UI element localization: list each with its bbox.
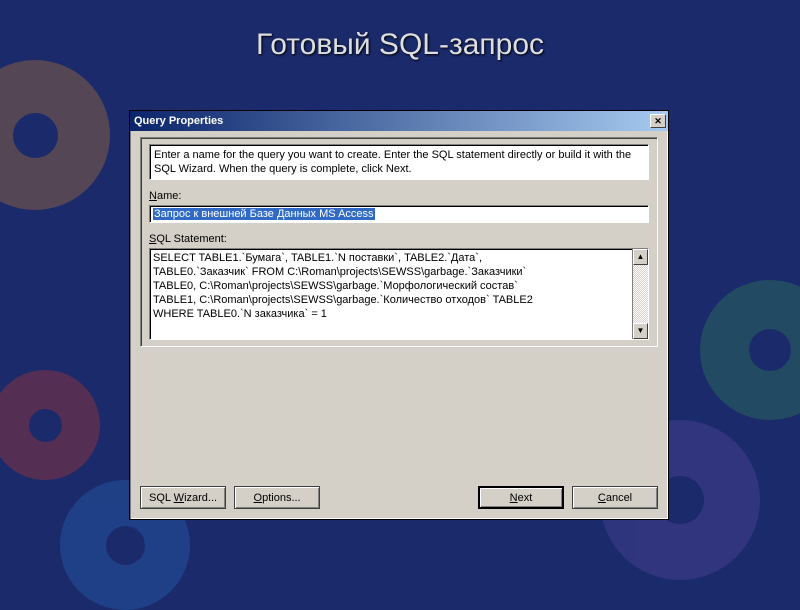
- button-row: SQL Wizard... Options... Next Cancel: [140, 486, 658, 509]
- close-icon[interactable]: ✕: [650, 114, 666, 128]
- query-properties-dialog: Query Properties ✕ Enter a name for the …: [129, 110, 669, 520]
- titlebar[interactable]: Query Properties ✕: [130, 111, 668, 131]
- name-input[interactable]: Запрос к внешней Базе Данных MS Access: [149, 205, 649, 223]
- titlebar-text: Query Properties: [134, 115, 648, 127]
- scrollbar[interactable]: ▲ ▼: [632, 249, 648, 339]
- name-label: Name:: [149, 190, 649, 202]
- sql-label: SQL Statement:: [149, 233, 649, 245]
- sql-wizard-button[interactable]: SQL Wizard...: [140, 486, 226, 509]
- instructions-text: Enter a name for the query you want to c…: [149, 144, 649, 180]
- scroll-track[interactable]: [633, 265, 648, 323]
- scroll-down-icon[interactable]: ▼: [633, 323, 648, 339]
- options-button[interactable]: Options...: [234, 486, 320, 509]
- dialog-body: Enter a name for the query you want to c…: [140, 137, 658, 347]
- slide-title: Готовый SQL-запрос: [0, 0, 800, 62]
- cancel-button[interactable]: Cancel: [572, 486, 658, 509]
- sql-statement-input[interactable]: SELECT TABLE1.`Бумага`, TABLE1.`N постав…: [149, 248, 649, 340]
- next-button[interactable]: Next: [478, 486, 564, 509]
- scroll-up-icon[interactable]: ▲: [633, 249, 648, 265]
